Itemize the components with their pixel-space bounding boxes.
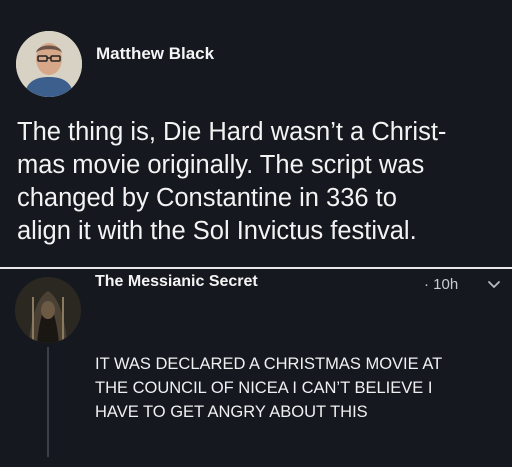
reply-text-line: THE COUNCIL OF NICEA I CAN’T BELIEVE I: [95, 379, 433, 397]
reply-text: IT WAS DECLARED A CHRISTMAS MOVIE AT THE…: [95, 352, 505, 424]
post-text-line: The thing is, Die Hard wasn’t a Christ-: [17, 118, 447, 146]
reply-text-line: HAVE TO GET ANGRY ABOUT THIS: [95, 403, 368, 421]
post-text-line: align it with the Sol Invictus festival.: [17, 217, 417, 245]
reply-profile-photo: [15, 277, 81, 343]
reply-timestamp[interactable]: · 10h: [424, 276, 458, 293]
post-text-line: mas movie originally. The script was: [17, 151, 425, 179]
divider: [0, 267, 512, 269]
reply-avatar[interactable]: [15, 277, 81, 343]
avatar[interactable]: [16, 31, 82, 97]
author-name[interactable]: Matthew Black: [96, 44, 214, 64]
reply-author-name[interactable]: The Messianic Secret: [95, 273, 258, 291]
reply-text-line: IT WAS DECLARED A CHRISTMAS MOVIE AT: [95, 355, 443, 373]
chevron-down-icon[interactable]: [487, 279, 501, 291]
post-text: The thing is, Die Hard wasn’t a Christ- …: [17, 116, 507, 248]
thread-line: [47, 347, 49, 457]
original-post: Matthew Black The thing is, Die Hard was…: [0, 0, 512, 266]
post-text-line: changed by Constantine in 336 to: [17, 184, 397, 212]
profile-photo: [16, 31, 82, 97]
